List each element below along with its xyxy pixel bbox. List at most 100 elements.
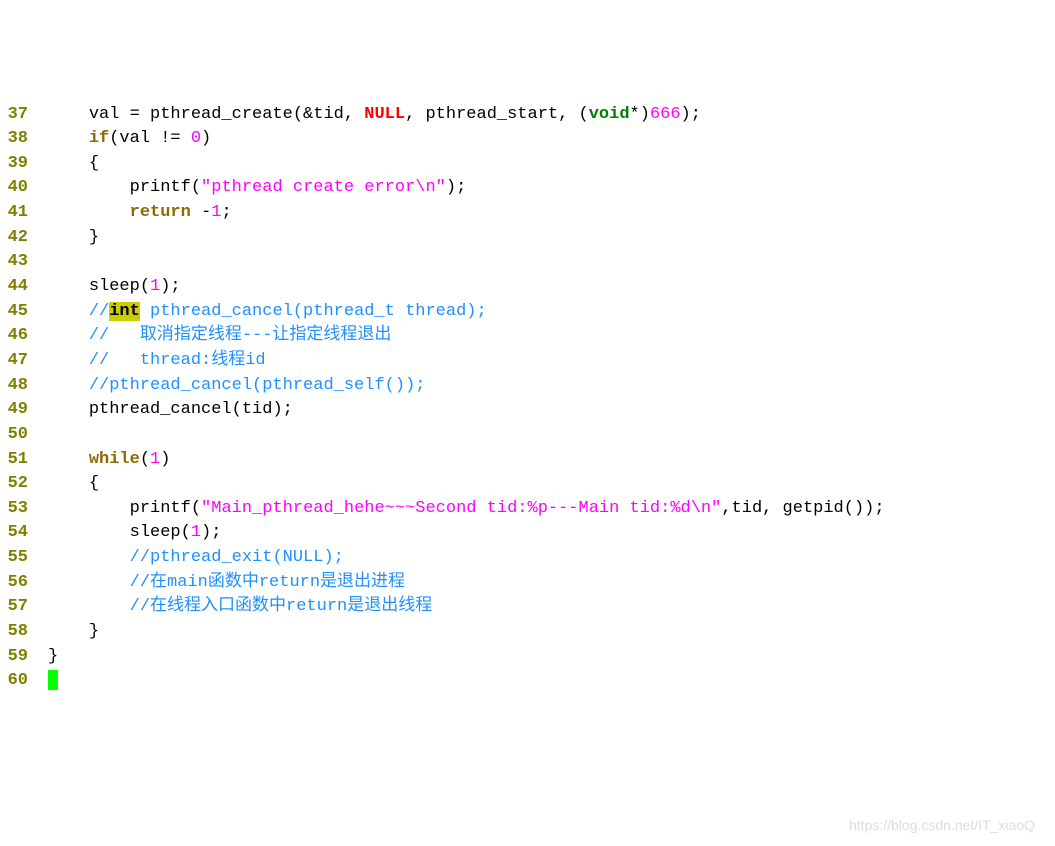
code-editor[interactable]: 37 val = pthread_create(&tid, NULL, pthr… (0, 103, 1055, 694)
code-content[interactable]: } (48, 645, 1055, 670)
token-k-ctrl: while (89, 450, 140, 469)
line-number: 39 (0, 152, 48, 177)
token-comment: // 取消指定线程---让指定线程退出 (89, 326, 392, 345)
code-line[interactable]: 40 printf("pthread create error\n"); (0, 176, 1055, 201)
token-comment: //pthread_exit(NULL); (130, 548, 344, 567)
code-content[interactable]: sleep(1); (48, 521, 1055, 546)
code-line[interactable]: 39 { (0, 152, 1055, 177)
line-number: 37 (0, 103, 48, 128)
code-line[interactable]: 59} (0, 645, 1055, 670)
token-plain: ) (160, 450, 170, 469)
line-number: 45 (0, 300, 48, 325)
code-line[interactable]: 53 printf("Main_pthread_hehe~~~Second ti… (0, 497, 1055, 522)
code-line[interactable]: 51 while(1) (0, 448, 1055, 473)
code-content[interactable]: { (48, 152, 1055, 177)
line-number: 44 (0, 275, 48, 300)
code-content[interactable]: printf("Main_pthread_hehe~~~Second tid:%… (48, 497, 1055, 522)
line-number: 52 (0, 472, 48, 497)
line-number: 55 (0, 546, 48, 571)
token-plain: ) (201, 129, 211, 148)
code-content[interactable]: //int pthread_cancel(pthread_t thread); (48, 300, 1055, 325)
line-number: 40 (0, 176, 48, 201)
token-plain: printf( (130, 499, 201, 518)
token-plain: , pthread_start, ( (405, 105, 589, 124)
token-plain: sleep( (130, 523, 191, 542)
token-plain: ( (140, 450, 150, 469)
token-plain: } (48, 647, 58, 666)
token-plain: } (89, 228, 99, 247)
token-comment: // thread:线程id (89, 351, 266, 370)
code-content[interactable]: if(val != 0) (48, 127, 1055, 152)
code-line[interactable]: 38 if(val != 0) (0, 127, 1055, 152)
code-line[interactable]: 42 } (0, 226, 1055, 251)
code-content[interactable]: } (48, 620, 1055, 645)
token-comment: //pthread_cancel(pthread_self()); (89, 376, 426, 395)
line-number: 38 (0, 127, 48, 152)
code-content[interactable]: //pthread_cancel(pthread_self()); (48, 374, 1055, 399)
watermark-text: https://blog.csdn.net/IT_xiaoQ (849, 815, 1035, 835)
token-plain: ); (446, 178, 466, 197)
line-number: 56 (0, 571, 48, 596)
code-line[interactable]: 47 // thread:线程id (0, 349, 1055, 374)
code-line[interactable]: 50 (0, 423, 1055, 448)
code-content[interactable]: // 取消指定线程---让指定线程退出 (48, 324, 1055, 349)
line-number: 49 (0, 398, 48, 423)
cursor-icon (48, 670, 58, 690)
line-number: 42 (0, 226, 48, 251)
code-content[interactable]: //在线程入口函数中return是退出线程 (48, 595, 1055, 620)
line-number: 43 (0, 250, 48, 275)
line-number: 46 (0, 324, 48, 349)
code-content[interactable]: { (48, 472, 1055, 497)
code-content[interactable]: } (48, 226, 1055, 251)
token-plain: { (89, 474, 99, 493)
line-number: 47 (0, 349, 48, 374)
token-plain: } (89, 622, 99, 641)
code-content[interactable]: //在main函数中return是退出进程 (48, 571, 1055, 596)
code-content[interactable]: sleep(1); (48, 275, 1055, 300)
code-line[interactable]: 37 val = pthread_create(&tid, NULL, pthr… (0, 103, 1055, 128)
token-plain: ); (201, 523, 221, 542)
code-line[interactable]: 60 (0, 669, 1055, 694)
code-line[interactable]: 48 //pthread_cancel(pthread_self()); (0, 374, 1055, 399)
token-plain: ,tid, getpid()); (721, 499, 884, 518)
code-line[interactable]: 57 //在线程入口函数中return是退出线程 (0, 595, 1055, 620)
code-content[interactable]: while(1) (48, 448, 1055, 473)
line-number: 58 (0, 620, 48, 645)
code-line[interactable]: 49 pthread_cancel(tid); (0, 398, 1055, 423)
code-content[interactable] (48, 669, 1055, 694)
token-plain: ); (681, 105, 701, 124)
token-num: 1 (211, 203, 221, 222)
token-num: 1 (150, 277, 160, 296)
code-line[interactable]: 41 return -1; (0, 201, 1055, 226)
code-line[interactable]: 45 //int pthread_cancel(pthread_t thread… (0, 300, 1055, 325)
code-content[interactable]: val = pthread_create(&tid, NULL, pthread… (48, 103, 1055, 128)
code-line[interactable]: 46 // 取消指定线程---让指定线程退出 (0, 324, 1055, 349)
token-plain: ; (221, 203, 231, 222)
token-num: 1 (150, 450, 160, 469)
line-number: 50 (0, 423, 48, 448)
token-plain: { (89, 154, 99, 173)
code-content[interactable]: return -1; (48, 201, 1055, 226)
token-comment: // (89, 302, 109, 321)
token-num: 0 (191, 129, 201, 148)
line-number: 60 (0, 669, 48, 694)
token-plain: pthread_cancel(tid); (89, 400, 293, 419)
code-line[interactable]: 56 //在main函数中return是退出进程 (0, 571, 1055, 596)
line-number: 57 (0, 595, 48, 620)
token-plain: ); (160, 277, 180, 296)
code-line[interactable]: 52 { (0, 472, 1055, 497)
line-number: 51 (0, 448, 48, 473)
code-line[interactable]: 44 sleep(1); (0, 275, 1055, 300)
code-line[interactable]: 58 } (0, 620, 1055, 645)
code-content[interactable]: pthread_cancel(tid); (48, 398, 1055, 423)
code-line[interactable]: 54 sleep(1); (0, 521, 1055, 546)
code-content[interactable]: printf("pthread create error\n"); (48, 176, 1055, 201)
code-line[interactable]: 43 (0, 250, 1055, 275)
token-plain: printf( (130, 178, 201, 197)
token-plain: - (191, 203, 211, 222)
code-content[interactable]: // thread:线程id (48, 349, 1055, 374)
code-line[interactable]: 55 //pthread_exit(NULL); (0, 546, 1055, 571)
token-comment: //在main函数中return是退出进程 (130, 573, 405, 592)
code-content[interactable]: //pthread_exit(NULL); (48, 546, 1055, 571)
token-k-ctrl: if (89, 129, 109, 148)
